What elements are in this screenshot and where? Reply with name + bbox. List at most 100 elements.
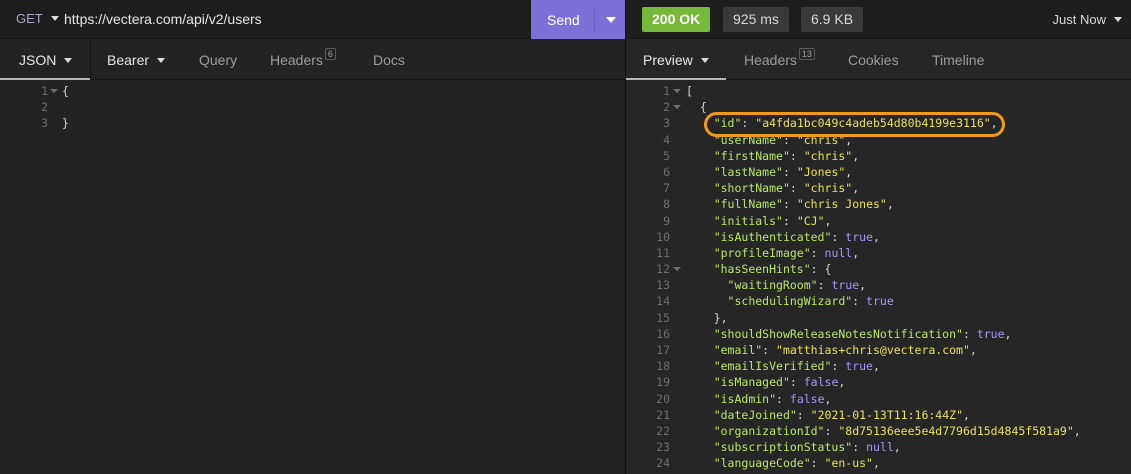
- tab-label: Docs: [373, 52, 405, 68]
- json-line: 4 "userName": "chris",: [626, 133, 1131, 149]
- code-text: "isAdmin": false,: [713, 391, 832, 406]
- line-number: 5: [663, 148, 670, 163]
- json-line: 15 },: [626, 311, 1131, 327]
- json-line: 12 "hasSeenHints": {: [626, 262, 1131, 278]
- code-text: "shouldShowReleaseNotesNotification": tr…: [713, 326, 1012, 341]
- line-number: 2: [663, 100, 670, 115]
- tab-body-json[interactable]: JSON: [19, 52, 73, 68]
- send-label: Send: [547, 12, 580, 28]
- tab-label: Cookies: [848, 52, 899, 68]
- code-text: "profileImage": null,: [713, 245, 860, 260]
- tab-cookies[interactable]: Cookies: [848, 52, 899, 68]
- json-line: 22 "organizationId": "8d75136eee5e4d7796…: [626, 424, 1131, 440]
- line-number: 15: [656, 310, 670, 325]
- line-number: 4: [663, 132, 670, 147]
- code-text: {: [62, 84, 69, 98]
- editor-line: 2: [0, 100, 625, 116]
- json-line: 6 "lastName": "Jones",: [626, 165, 1131, 181]
- tab-timeline[interactable]: Timeline: [932, 52, 984, 68]
- json-line: 9 "initials": "CJ",: [626, 214, 1131, 230]
- json-line: 24 "languageCode": "en-us",: [626, 456, 1131, 472]
- tab-label: Timeline: [932, 52, 985, 68]
- line-number: 9: [663, 213, 670, 228]
- method-dropdown[interactable]: GET: [16, 11, 59, 26]
- json-line: 7 "shortName": "chris",: [626, 181, 1131, 197]
- line-number: 3: [663, 116, 670, 131]
- history-dropdown[interactable]: Just Now: [1053, 12, 1122, 27]
- line-number: 7: [663, 181, 670, 196]
- json-line: 8 "fullName": "chris Jones",: [626, 197, 1131, 213]
- tab-headers[interactable]: Headers 6: [270, 48, 336, 68]
- json-line: 10 "isAuthenticated": true,: [626, 230, 1131, 246]
- method-label: GET: [16, 11, 43, 26]
- json-line: 1[: [626, 84, 1131, 100]
- response-status-bar: 200 OK 925 ms 6.9 KB Just Now: [626, 0, 1131, 39]
- code-text: "emailIsVerified": true,: [713, 359, 880, 374]
- line-number: 10: [656, 229, 670, 244]
- line-number: 21: [656, 407, 670, 422]
- line-number: 11: [656, 245, 670, 260]
- tab-label: Headers: [270, 52, 323, 68]
- chevron-down-icon: [157, 57, 166, 63]
- line-number: 1: [41, 84, 48, 98]
- request-tabs: JSON Bearer Query Headers 6 Docs: [0, 40, 625, 80]
- fold-icon[interactable]: [673, 267, 681, 272]
- tab-label: Preview: [643, 52, 693, 68]
- json-line: 20 "isAdmin": false,: [626, 392, 1131, 408]
- editor-line: 3 }: [0, 116, 625, 132]
- line-number: 16: [656, 326, 670, 341]
- history-label: Just Now: [1052, 12, 1106, 27]
- code-text: "email": "matthias+chris@vectera.com",: [713, 343, 977, 357]
- tab-preview[interactable]: Preview: [643, 52, 709, 68]
- json-line: 13 "waitingRoom": true,: [626, 278, 1131, 294]
- tab-label: JSON: [19, 52, 57, 68]
- chevron-down-icon: [50, 16, 59, 21]
- code-text: "lastName": "Jones",: [713, 164, 853, 179]
- code-text: "isAuthenticated": true,: [713, 229, 880, 244]
- code-text: "id": "a4fda1bc049c4adeb54d80b4199e3116"…: [713, 116, 998, 131]
- headers-count-badge: 6: [324, 48, 336, 60]
- json-line: 23 "subscriptionStatus": null,: [626, 440, 1131, 456]
- line-number: 17: [656, 343, 670, 357]
- line-number: 3: [41, 116, 48, 131]
- response-tabs: Preview Headers 13 Cookies Timeline: [626, 40, 1131, 80]
- json-line: 2 {: [626, 100, 1131, 116]
- request-body-editor[interactable]: 1 { 2 3 }: [0, 84, 625, 133]
- tab-label: Headers: [744, 52, 797, 68]
- chevron-down-icon: [700, 57, 709, 63]
- code-text: "languageCode": "en-us",: [713, 456, 880, 471]
- response-pane: 200 OK 925 ms 6.9 KB Just Now Preview He…: [625, 0, 1131, 474]
- tab-response-headers[interactable]: Headers 13: [744, 48, 815, 68]
- code-text: "fullName": "chris Jones",: [713, 197, 894, 212]
- tab-label: Bearer: [107, 52, 150, 68]
- active-tab-underline: [626, 78, 726, 80]
- json-line: 17 "email": "matthias+chris@vectera.com"…: [626, 343, 1131, 359]
- line-number: 1: [663, 84, 670, 98]
- line-number: 24: [656, 456, 670, 471]
- code-text: "isManaged": false,: [713, 375, 846, 390]
- tab-label: Query: [199, 52, 238, 68]
- url-bar: GET https://vectera.com/api/v2/users Sen…: [0, 0, 625, 39]
- send-options-chevron-icon[interactable]: [606, 17, 616, 23]
- fold-icon[interactable]: [50, 89, 58, 93]
- code-text: "waitingRoom": true,: [727, 278, 867, 293]
- code-text: "dateJoined": "2021-01-13T11:16:44Z",: [713, 407, 970, 422]
- active-tab-underline: [0, 78, 90, 80]
- fold-icon[interactable]: [673, 105, 681, 110]
- response-size: 6.9 KB: [801, 7, 864, 32]
- json-line: 14 "schedulingWizard": true: [626, 294, 1131, 310]
- request-pane: GET https://vectera.com/api/v2/users Sen…: [0, 0, 625, 474]
- tab-query[interactable]: Query: [199, 52, 237, 68]
- tab-auth-bearer[interactable]: Bearer: [107, 52, 166, 68]
- tab-docs[interactable]: Docs: [373, 52, 405, 68]
- line-number: 18: [656, 359, 670, 374]
- response-body-viewer[interactable]: 1[2 {3 "id": "a4fda1bc049c4adeb54d80b419…: [626, 84, 1131, 473]
- code-text: "schedulingWizard": true: [727, 294, 894, 309]
- send-button[interactable]: Send: [531, 0, 625, 39]
- code-text: [: [686, 84, 693, 98]
- fold-icon[interactable]: [673, 89, 681, 93]
- url-input[interactable]: https://vectera.com/api/v2/users: [64, 11, 262, 27]
- code-text: "initials": "CJ",: [713, 213, 832, 228]
- line-number: 19: [656, 375, 670, 390]
- editor-line: 1 {: [0, 84, 625, 100]
